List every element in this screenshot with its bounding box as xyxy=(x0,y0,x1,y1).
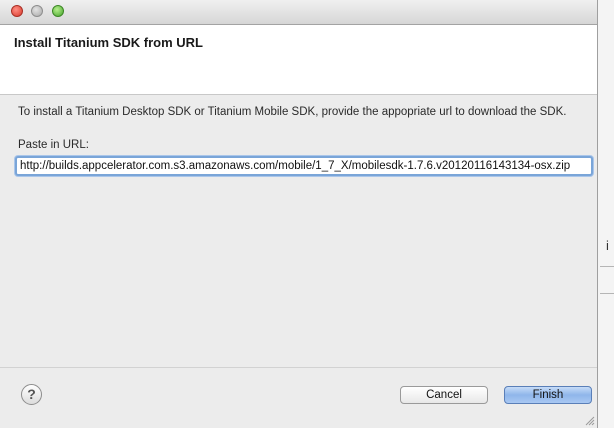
dialog-description: To install a Titanium Desktop SDK or Tit… xyxy=(18,106,567,118)
maximize-icon[interactable] xyxy=(52,5,64,17)
background-divider xyxy=(600,293,614,294)
background-divider xyxy=(600,266,614,267)
close-icon[interactable] xyxy=(11,5,23,17)
dialog-header: Install Titanium SDK from URL xyxy=(0,25,597,95)
finish-button[interactable]: Finish xyxy=(504,386,592,404)
url-label: Paste in URL: xyxy=(18,139,89,151)
window-titlebar[interactable] xyxy=(0,0,597,25)
cancel-button[interactable]: Cancel xyxy=(400,386,488,404)
resize-grip-icon[interactable] xyxy=(583,414,595,426)
background-text-fragment: i xyxy=(606,238,609,253)
install-sdk-dialog: Install Titanium SDK from URL To install… xyxy=(0,0,598,428)
help-icon[interactable]: ? xyxy=(21,384,42,405)
dialog-title: Install Titanium SDK from URL xyxy=(14,35,203,50)
minimize-icon[interactable] xyxy=(31,5,43,17)
footer-divider xyxy=(0,367,597,368)
background-window xyxy=(598,0,614,428)
url-input[interactable]: http://builds.appcelerator.com.s3.amazon… xyxy=(15,156,593,176)
